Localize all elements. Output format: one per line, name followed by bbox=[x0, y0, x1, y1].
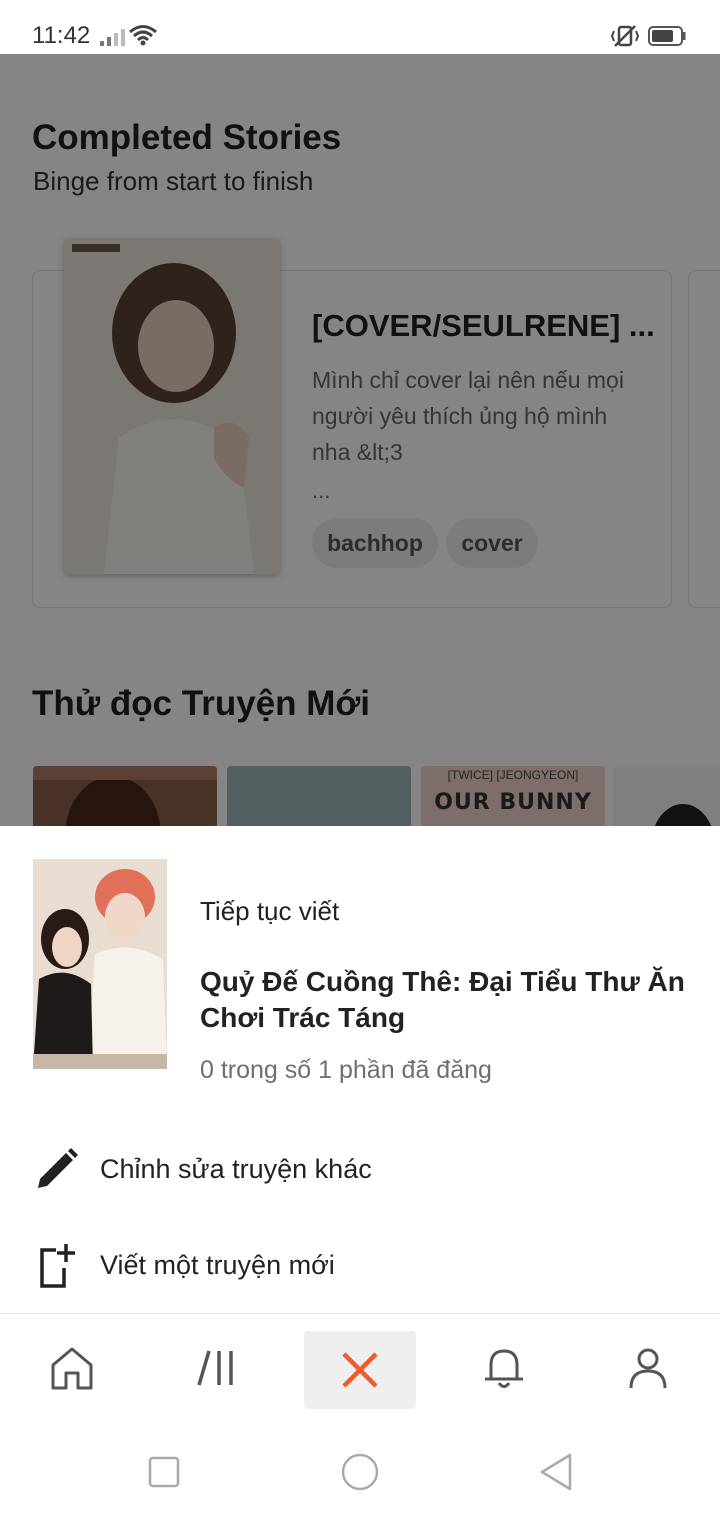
edit-other-story-label: Chỉnh sửa truyện khác bbox=[100, 1154, 372, 1184]
back-triangle-icon[interactable] bbox=[534, 1450, 578, 1494]
vibrate-icon bbox=[610, 25, 640, 47]
wifi-icon bbox=[129, 25, 157, 46]
write-bottom-sheet: Tiếp tục viết Quỷ Đế Cuồng Thê: Đại Tiểu… bbox=[0, 826, 720, 1314]
tab-close-write[interactable] bbox=[304, 1331, 416, 1409]
continue-writing-label[interactable]: Tiếp tục viết bbox=[200, 896, 339, 927]
new-story-label: Viết một truyện mới bbox=[100, 1250, 335, 1280]
edit-other-story-button[interactable]: Chỉnh sửa truyện khác bbox=[0, 1124, 720, 1214]
system-navigation-bar bbox=[0, 1420, 720, 1520]
tab-profile[interactable] bbox=[592, 1314, 704, 1421]
tab-home[interactable] bbox=[16, 1314, 128, 1421]
continue-story-cover[interactable] bbox=[33, 859, 167, 1069]
close-icon bbox=[342, 1352, 378, 1388]
add-document-icon bbox=[40, 1244, 75, 1288]
continue-story-title[interactable]: Quỷ Đế Cuồng Thê: Đại Tiểu Thư Ăn Chơi T… bbox=[200, 964, 690, 1036]
library-icon bbox=[197, 1350, 233, 1385]
battery-icon bbox=[648, 26, 686, 46]
bottom-tab-bar bbox=[0, 1313, 720, 1420]
home-icon bbox=[51, 1347, 93, 1389]
status-time: 11:42 bbox=[32, 22, 91, 49]
square-icon[interactable] bbox=[142, 1450, 186, 1494]
signal-icon bbox=[100, 29, 125, 46]
parts-published-count: 0 trong số 1 phần đã đăng bbox=[200, 1056, 492, 1084]
new-story-button[interactable]: Viết một truyện mới bbox=[0, 1220, 720, 1310]
dim-overlay[interactable] bbox=[0, 54, 720, 826]
tab-notifications[interactable] bbox=[448, 1314, 560, 1421]
pencil-icon bbox=[38, 1148, 78, 1188]
circle-icon[interactable] bbox=[338, 1450, 382, 1494]
profile-icon bbox=[629, 1348, 667, 1388]
bell-icon bbox=[485, 1349, 523, 1388]
status-bar: 11:42 bbox=[0, 0, 720, 54]
tab-library[interactable] bbox=[160, 1314, 272, 1421]
